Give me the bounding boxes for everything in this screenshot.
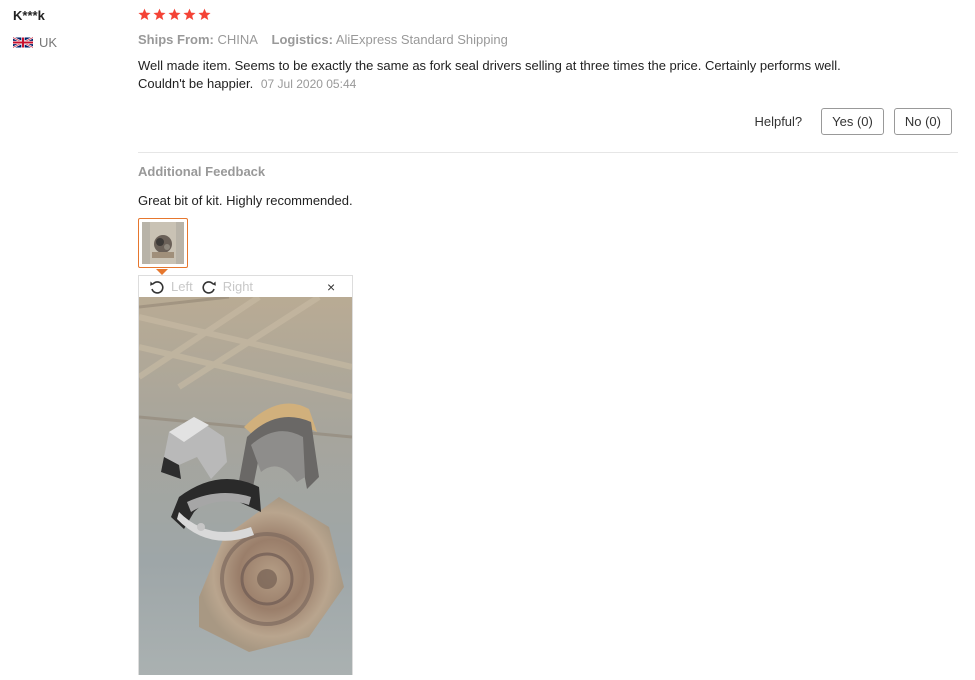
review-body: Well made item. Seems to be exactly the … bbox=[138, 57, 858, 93]
rotate-left-icon bbox=[150, 280, 164, 294]
rotate-right-button[interactable]: Right bbox=[201, 279, 253, 295]
rotate-left-label: Left bbox=[171, 279, 193, 294]
viewer-toolbar: Left Right × bbox=[139, 276, 352, 297]
helpful-label: Helpful? bbox=[754, 114, 803, 129]
image-viewer: Left Right × bbox=[138, 275, 353, 675]
star-icon bbox=[183, 8, 196, 21]
additional-feedback-text: Great bit of kit. Highly recommended. bbox=[138, 193, 353, 208]
helpful-no-button[interactable]: No (0) bbox=[893, 108, 952, 135]
reviewer-country: UK bbox=[13, 35, 57, 50]
review-date: 07 Jul 2020 05:44 bbox=[260, 77, 357, 91]
country-label: UK bbox=[39, 35, 58, 50]
uk-flag-icon bbox=[13, 37, 33, 48]
logistics-label: Logistics: bbox=[271, 32, 333, 47]
review-photo-image bbox=[139, 297, 352, 675]
review-text: Well made item. Seems to be exactly the … bbox=[138, 58, 841, 91]
helpful-yes-button[interactable]: Yes (0) bbox=[821, 108, 884, 135]
review-photo bbox=[139, 297, 352, 675]
thumbnail-image bbox=[142, 222, 184, 264]
rotate-right-label: Right bbox=[222, 279, 254, 294]
star-icon bbox=[138, 8, 151, 21]
rotate-right-icon bbox=[202, 280, 216, 294]
ships-from-label: Ships From: bbox=[138, 32, 214, 47]
reviewer-info: K***k UK bbox=[13, 8, 57, 50]
star-icon bbox=[198, 8, 211, 21]
additional-feedback-title: Additional Feedback bbox=[138, 164, 266, 179]
logistics-value: AliExpress Standard Shipping bbox=[335, 32, 508, 47]
helpful-vote: Helpful? Yes (0) No (0) bbox=[754, 108, 952, 135]
rotate-left-button[interactable]: Left bbox=[149, 279, 193, 295]
photo-thumbnail[interactable] bbox=[138, 218, 188, 268]
star-icon bbox=[168, 8, 181, 21]
ships-from-value: CHINA bbox=[217, 32, 258, 47]
divider bbox=[138, 152, 958, 153]
close-icon[interactable]: × bbox=[327, 279, 341, 295]
reviewer-name: K***k bbox=[13, 8, 45, 23]
shipping-info: Ships From: CHINA Logistics: AliExpress … bbox=[138, 32, 518, 47]
star-rating bbox=[138, 8, 211, 21]
star-icon bbox=[153, 8, 166, 21]
